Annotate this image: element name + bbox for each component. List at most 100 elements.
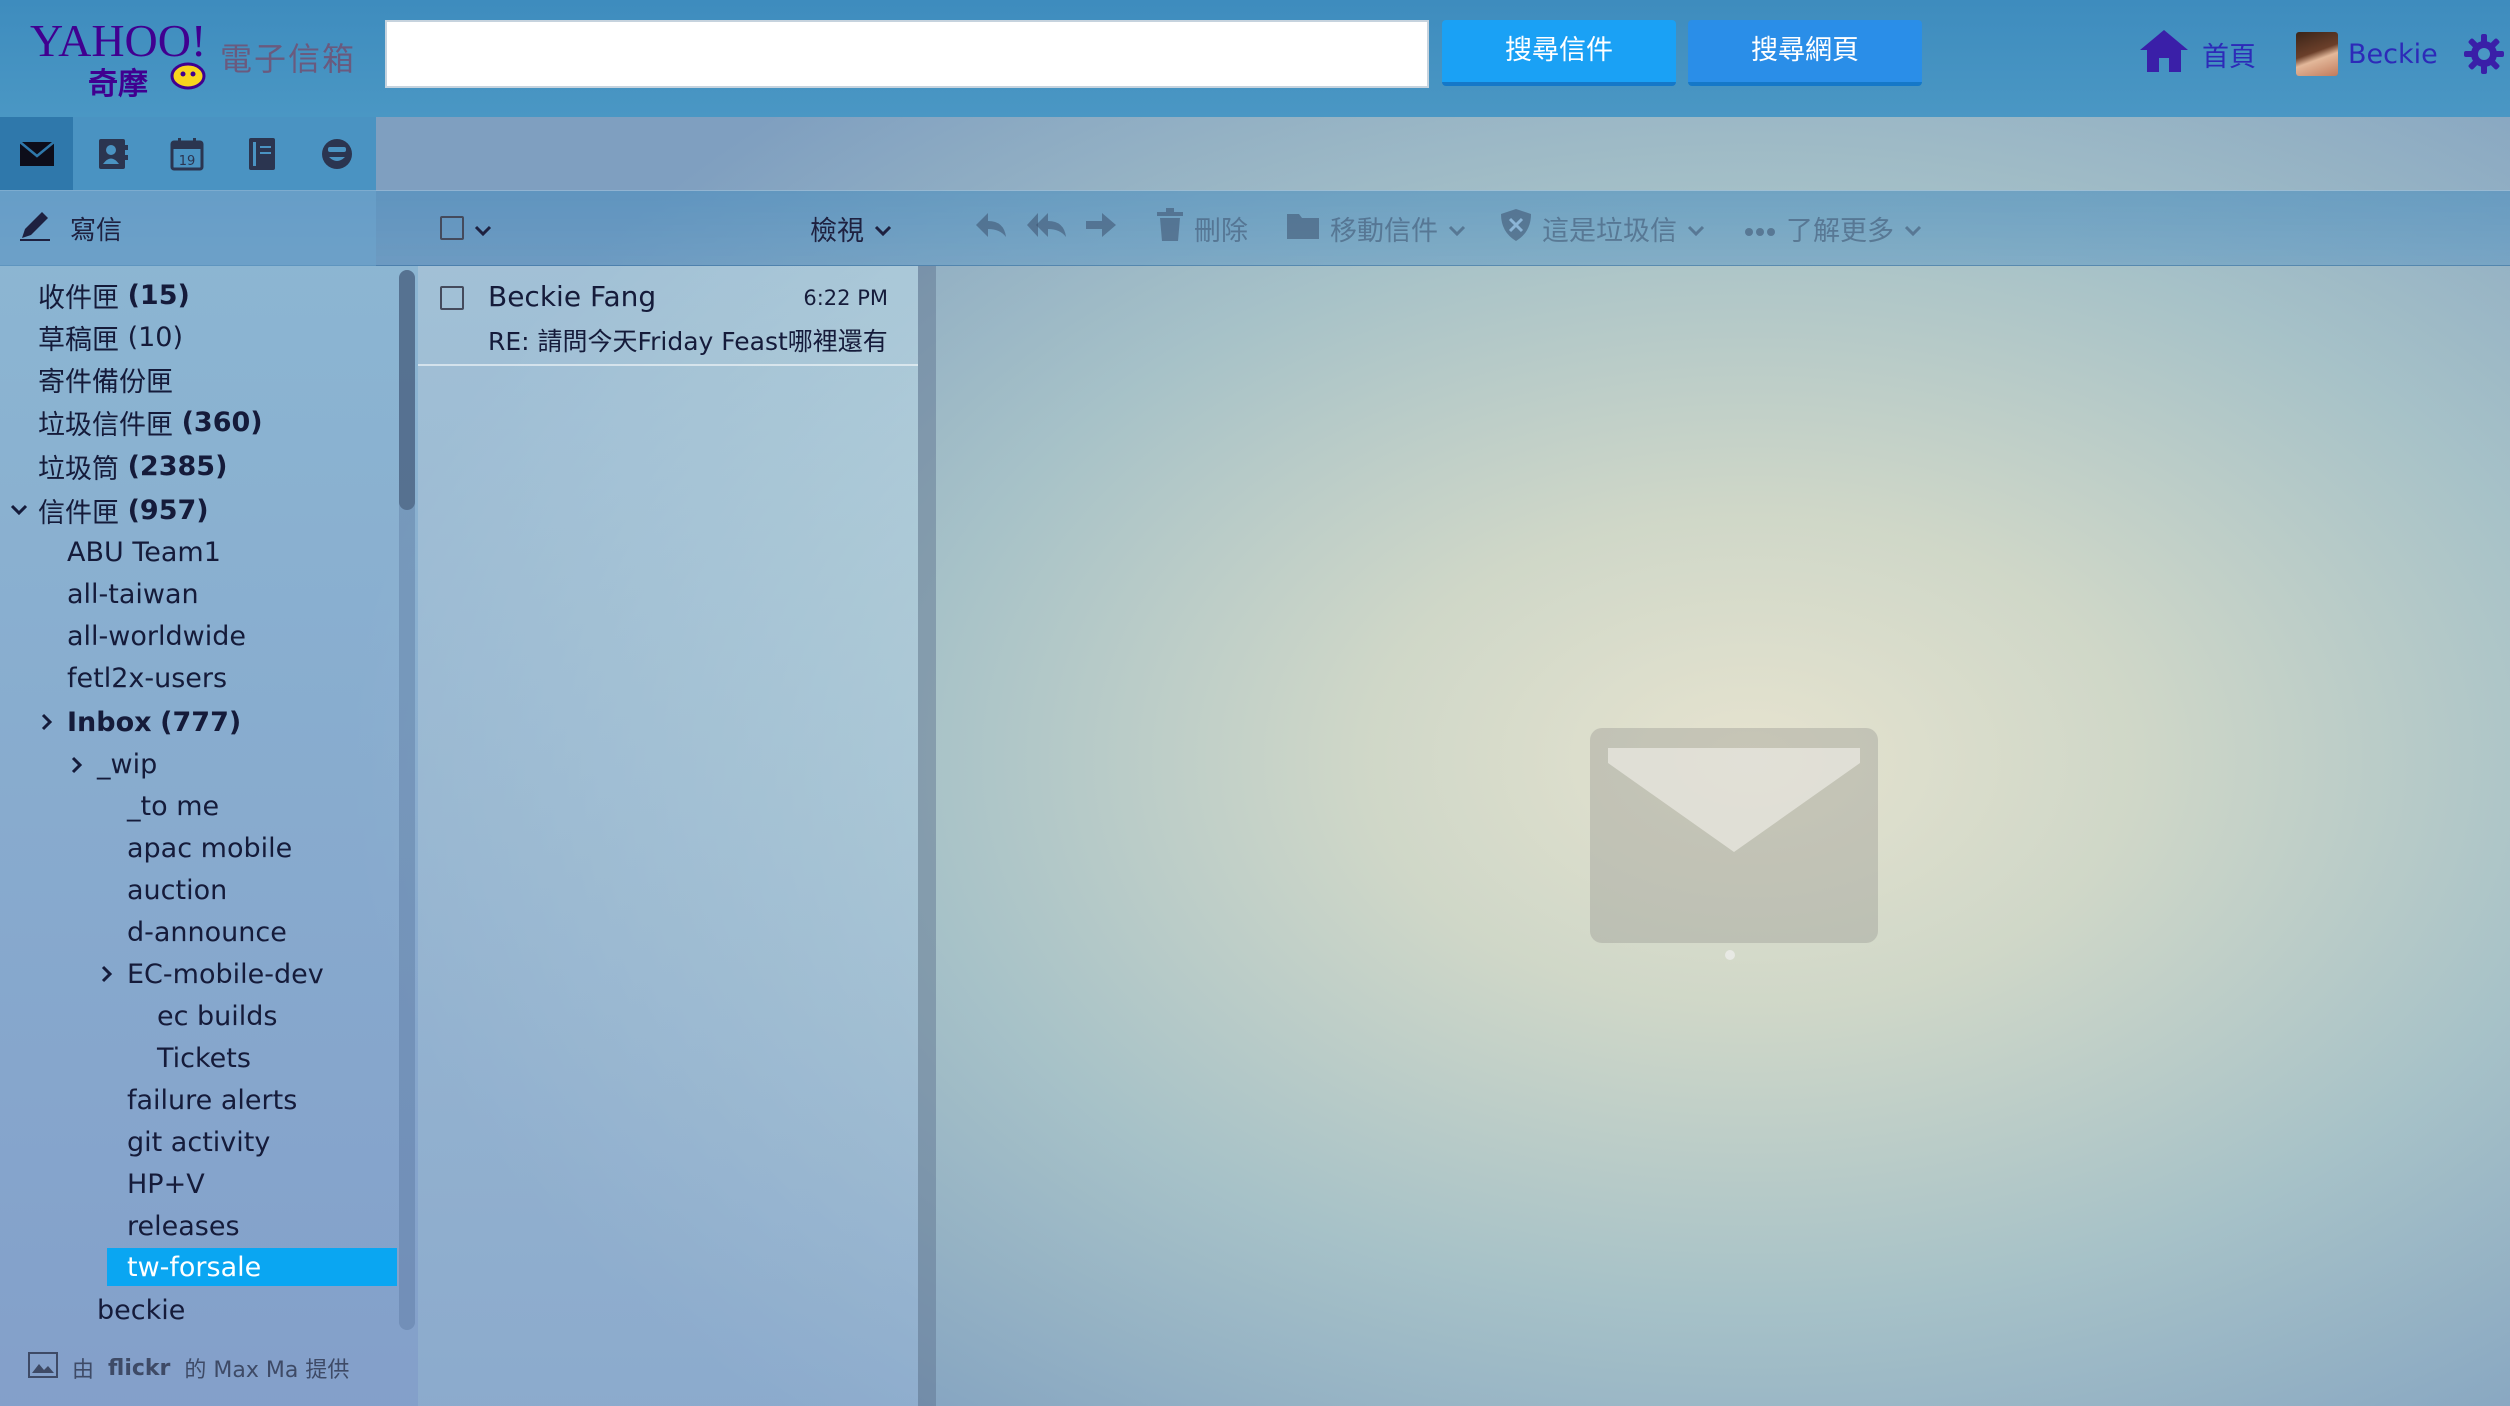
chevron-down-icon — [1904, 213, 1922, 244]
chevron-right-icon[interactable] — [36, 711, 58, 733]
mail-icon[interactable] — [0, 117, 73, 190]
app-switcher: 19 — [0, 117, 376, 190]
more-label: 了解更多 — [1786, 215, 1894, 247]
folder-all-worldwide[interactable]: all-worldwide — [67, 617, 246, 655]
yahoo-logo[interactable]: YAHOO! 奇摩 — [28, 14, 218, 102]
folder-all-taiwan[interactable]: all-taiwan — [67, 575, 199, 613]
draft-count: (10) — [127, 321, 184, 353]
folder-auction[interactable]: auction — [127, 871, 227, 909]
folder-label: 垃圾信件匣 — [38, 409, 173, 441]
more-button[interactable]: 了解更多 — [1744, 203, 1922, 253]
folder-d-announce[interactable]: d-announce — [127, 913, 287, 951]
folder-apac-mobile[interactable]: apac mobile — [127, 829, 292, 867]
contacts-icon[interactable] — [75, 117, 148, 190]
spam-button[interactable]: 這是垃圾信 — [1500, 203, 1705, 253]
reply-button[interactable] — [974, 203, 1008, 253]
page-dot — [1725, 950, 1735, 960]
reply-icon — [974, 211, 1008, 246]
credit-suffix: 的 Max Ma 提供 — [184, 1358, 350, 1383]
trash-icon — [1156, 207, 1184, 249]
folder-fetl2x-users[interactable]: fetl2x-users — [67, 659, 227, 697]
folder-git-activity[interactable]: git activity — [127, 1123, 270, 1161]
view-label: 檢視 — [810, 215, 864, 247]
search-mail-button[interactable]: 搜尋信件 — [1442, 20, 1676, 86]
folder-trash[interactable]: 垃圾筒 (2385) — [38, 447, 227, 485]
chevron-down-icon — [474, 213, 492, 244]
home-icon — [2138, 28, 2190, 81]
chevron-down-icon[interactable] — [8, 499, 30, 521]
delete-button[interactable]: 刪除 — [1156, 203, 1248, 253]
folder-inbox-sub[interactable]: Inbox (777) — [67, 703, 241, 741]
photo-credit[interactable]: 由 flickr 的 Max Ma 提供 — [28, 1352, 349, 1384]
folder-label: 垃圾筒 — [38, 453, 119, 485]
folder-label: 寄件備份匣 — [38, 366, 173, 398]
message-time: 6:22 PM — [803, 286, 888, 310]
folder-abu-team1[interactable]: ABU Team1 — [67, 533, 221, 571]
folder-ec-mobile-dev[interactable]: EC-mobile-dev — [127, 955, 324, 993]
unread-count: (15) — [127, 279, 190, 311]
select-all-dropdown[interactable] — [440, 203, 492, 253]
chevron-down-icon — [1448, 213, 1466, 244]
svg-text:奇摩: 奇摩 — [88, 67, 148, 100]
folder-spam[interactable]: 垃圾信件匣 (360) — [38, 403, 263, 441]
spam-label: 這是垃圾信 — [1542, 215, 1677, 247]
folder-tw-forsale[interactable]: tw-forsale — [107, 1248, 397, 1286]
svg-text:YAHOO!: YAHOO! — [30, 15, 206, 66]
message-row[interactable]: Beckie Fang 6:22 PM RE: 請問今天Friday Feast… — [418, 266, 918, 366]
folder-releases[interactable]: releases — [127, 1207, 240, 1245]
chevron-down-icon — [1687, 213, 1705, 244]
folder-tickets[interactable]: Tickets — [157, 1039, 251, 1077]
message-checkbox[interactable] — [440, 286, 464, 310]
flickr-logo: flickr — [108, 1355, 171, 1381]
messenger-icon[interactable] — [300, 117, 373, 190]
svg-text:19: 19 — [178, 154, 195, 169]
folder-label: 信件匣 — [38, 497, 119, 529]
message-subject: RE: 請問今天Friday Feast哪裡還有 — [488, 327, 888, 356]
list-scrollbar[interactable] — [918, 266, 936, 1406]
select-all-checkbox[interactable] — [440, 216, 464, 240]
move-label: 移動信件 — [1330, 215, 1438, 247]
reply-all-icon — [1026, 211, 1068, 246]
chevron-down-icon — [874, 213, 892, 244]
search-input[interactable] — [385, 20, 1429, 88]
calendar-icon[interactable]: 19 — [150, 117, 223, 190]
folder-sent[interactable]: 寄件備份匣 — [38, 360, 173, 398]
avatar — [2296, 32, 2338, 76]
unread-count: (360) — [181, 406, 263, 438]
folder-beckie[interactable]: beckie — [97, 1291, 185, 1329]
unread-count: (2385) — [127, 450, 228, 482]
folder-failure-alerts[interactable]: failure alerts — [127, 1081, 297, 1119]
folder-inbox[interactable]: 收件匣 (15) — [38, 276, 190, 314]
user-name: Beckie — [2348, 38, 2438, 70]
search-web-button[interactable]: 搜尋網頁 — [1688, 20, 1922, 86]
more-dots-icon — [1744, 213, 1776, 244]
message-list — [418, 266, 918, 1406]
chevron-right-icon[interactable] — [66, 754, 88, 776]
folder-ec-builds[interactable]: ec builds — [157, 997, 278, 1035]
reply-all-button[interactable] — [1026, 203, 1068, 253]
product-name: 電子信箱 — [220, 40, 357, 78]
gear-icon[interactable] — [2464, 34, 2504, 74]
compose-button[interactable]: 寫信 — [0, 190, 376, 266]
folder-move-icon — [1286, 210, 1320, 247]
notepad-icon[interactable] — [225, 117, 298, 190]
move-button[interactable]: 移動信件 — [1286, 203, 1466, 253]
chevron-right-icon[interactable] — [96, 963, 118, 985]
folder-hp-v[interactable]: HP+V — [127, 1165, 205, 1203]
view-dropdown[interactable]: 檢視 — [810, 203, 892, 253]
folder-group-root[interactable]: 信件匣 (957) — [38, 491, 209, 529]
folder-wip[interactable]: _wip — [97, 745, 157, 783]
folder-to-me[interactable]: _to me — [127, 787, 219, 825]
credit-prefix: 由 — [72, 1358, 95, 1383]
toolbar — [0, 190, 2510, 266]
home-link[interactable]: 首頁 — [2138, 28, 2256, 80]
message-sender: Beckie Fang — [488, 280, 657, 313]
forward-button[interactable] — [1084, 203, 1118, 253]
sidebar-scroll-thumb[interactable] — [399, 270, 415, 510]
shield-icon — [1500, 208, 1532, 249]
unread-count: (777) — [160, 706, 242, 738]
user-menu[interactable]: Beckie — [2296, 30, 2438, 78]
folder-drafts[interactable]: 草稿匣 (10) — [38, 318, 183, 356]
empty-mail-icon — [1590, 728, 1878, 943]
folder-label: 草稿匣 — [38, 324, 119, 356]
